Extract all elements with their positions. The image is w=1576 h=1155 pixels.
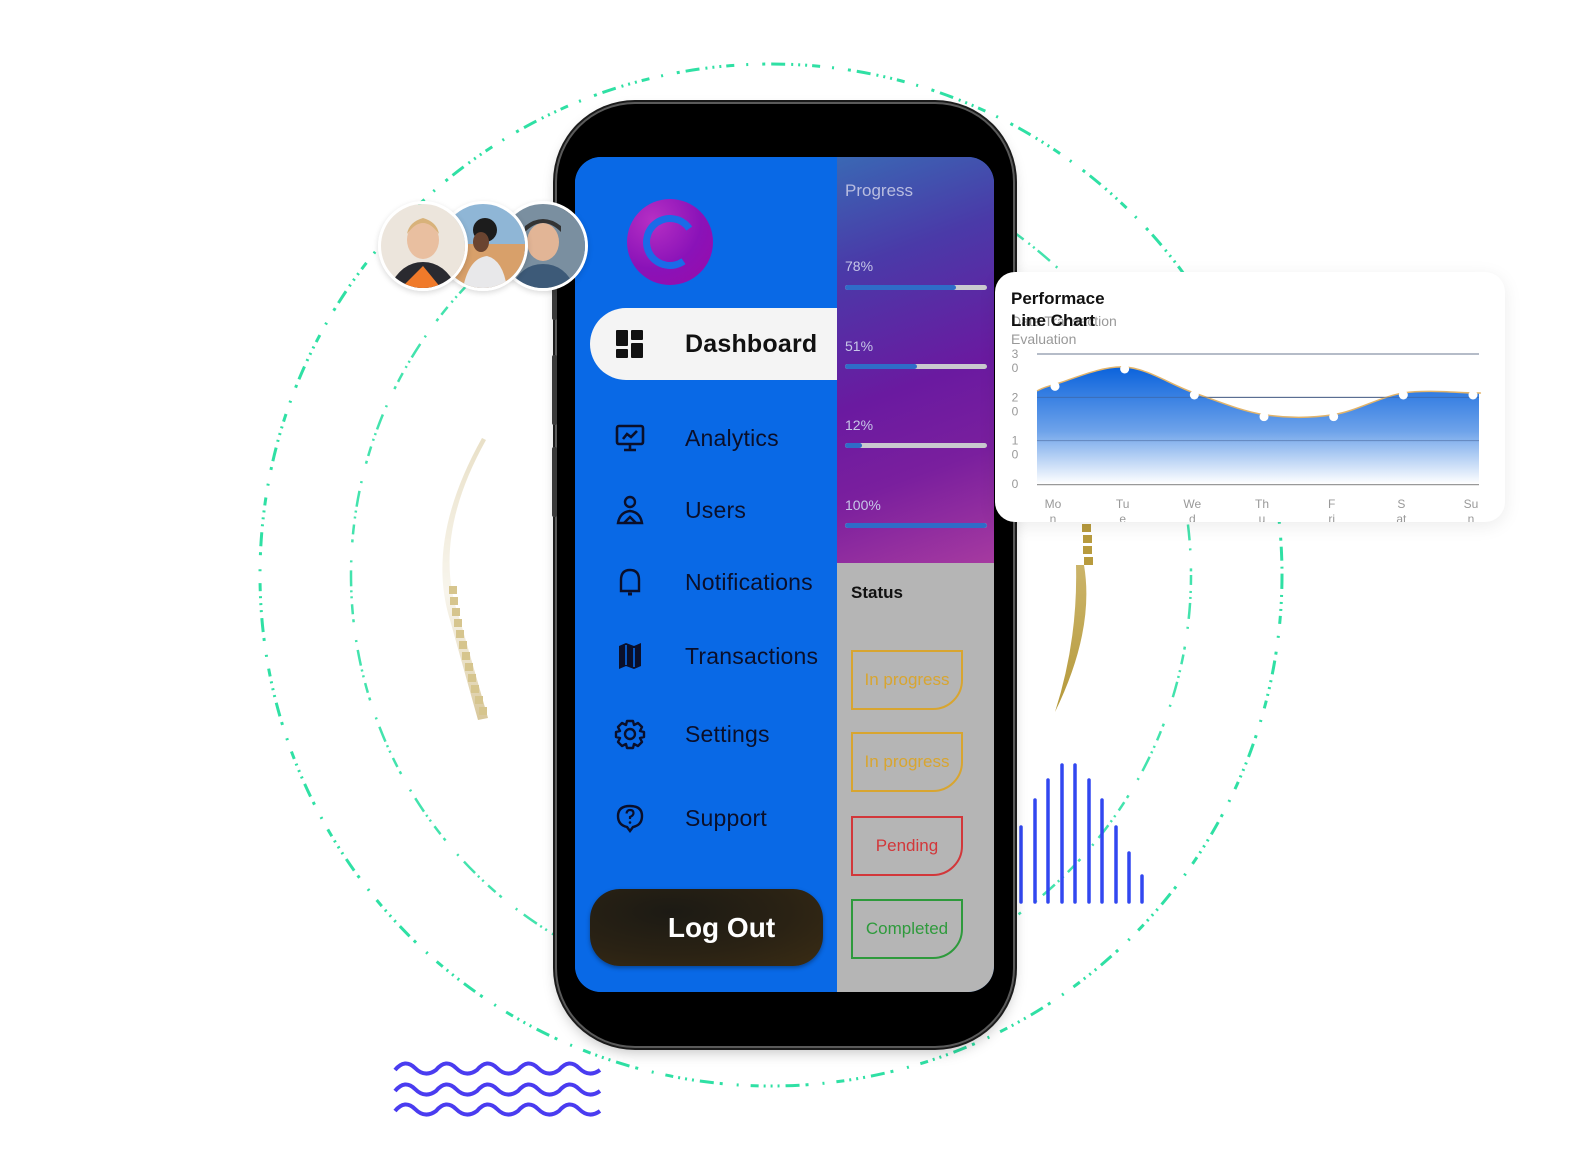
gold-arc-right [1055, 565, 1087, 712]
chart-xtick-label: n [1468, 512, 1475, 522]
chart-xtick-label: e [1119, 512, 1126, 522]
chart-ytick-label: 0 [1012, 404, 1019, 418]
chart-ytick-label: 3 [1012, 347, 1019, 361]
app-logo[interactable] [627, 199, 713, 285]
chart-xtick-label: Tu [1116, 497, 1130, 511]
monitor-chart-icon [613, 421, 647, 455]
chart-data-point[interactable] [1468, 390, 1478, 400]
status-badge[interactable]: In progress [851, 732, 963, 792]
chart-data-point[interactable] [1259, 412, 1269, 422]
chart-area-fill [1037, 366, 1481, 484]
chart-data-point[interactable] [1050, 381, 1060, 391]
sidebar-item-label: Analytics [685, 424, 779, 451]
phone-volume-down-button [552, 447, 557, 517]
chart-xtick-label: We [1183, 497, 1201, 511]
progress-bar [845, 523, 987, 528]
decorative-wave-line [393, 1061, 602, 1076]
logout-label: Log Out [667, 911, 776, 943]
phone-volume-up-button [552, 355, 557, 425]
status-badge[interactable]: Pending [851, 816, 963, 876]
chart-xtick-label: S [1397, 497, 1405, 511]
progress-label: 78% [845, 258, 874, 274]
chart-data-point[interactable] [1398, 390, 1408, 400]
bell-icon [613, 565, 647, 599]
status-badge[interactable]: Completed [851, 899, 963, 959]
status-title: Status [851, 583, 903, 602]
avatar-1[interactable] [378, 201, 468, 291]
performance-chart-card: Data Transaction Evaluation Performace L… [995, 272, 1505, 522]
status-badge[interactable]: In progress [851, 650, 963, 710]
chart-ytick-label: 0 [1012, 361, 1019, 375]
progress-bar-fill [845, 523, 987, 528]
progress-title: Progress [845, 181, 914, 200]
sidebar-item-support[interactable]: Support [575, 796, 837, 840]
decorative-wave-line [393, 1082, 602, 1097]
chart-xtick-label: Su [1464, 497, 1479, 511]
sidebar-item-dashboard[interactable]: Dashboard [575, 322, 837, 366]
sidebar-item-label: Settings [685, 720, 770, 747]
chart-data-point[interactable] [1189, 390, 1199, 400]
progress-panel: Progress 78% 51% 12% 100% [837, 157, 994, 563]
progress-label: 12% [845, 417, 874, 433]
progress-label: 100% [845, 497, 881, 513]
gold-arc-right-segments [1082, 524, 1093, 565]
performance-area-chart: 0102030 MonTueWedThuFriSatSun [1012, 347, 1482, 522]
sidebar-item-label: Support [685, 804, 767, 831]
chart-xtick-label: d [1189, 512, 1196, 522]
logo-letter-c-icon [638, 210, 702, 274]
chart-ytick-label: 0 [1012, 477, 1019, 491]
sidebar-item-label: Users [685, 496, 747, 523]
chart-xtick-label: u [1259, 512, 1266, 522]
chart-xtick-label: Mo [1045, 497, 1062, 511]
phone-screen: Dashboard Analytics Users Notifications [575, 157, 994, 992]
map-icon [613, 639, 647, 673]
gear-icon [613, 717, 647, 751]
help-question-icon [613, 801, 647, 835]
chart-ytick-label: 2 [1012, 390, 1019, 404]
chart-xtick-label: F [1328, 497, 1335, 511]
chart-data-point[interactable] [1120, 364, 1130, 374]
sidebar-item-users[interactable]: Users [575, 488, 837, 532]
sidebar-item-label: Notifications [685, 568, 813, 595]
progress-bar-fill [845, 285, 956, 290]
sidebar-item-notifications[interactable]: Notifications [575, 560, 837, 604]
chart-xtick-label: Th [1255, 497, 1269, 511]
chart-data-point[interactable] [1329, 412, 1339, 422]
status-panel: Status In progress In progress Pending C… [837, 563, 994, 992]
chart-xtick-label: at [1396, 512, 1407, 522]
decorative-bar-cluster [1019, 763, 1144, 904]
progress-bar-fill [845, 443, 863, 448]
avatar-photo-woman [381, 204, 465, 288]
sidebar-item-label: Dashboard [685, 329, 818, 358]
sidebar-item-label: Transactions [685, 642, 819, 669]
chart-ytick-label: 0 [1012, 448, 1019, 462]
gold-arc-left [442, 438, 488, 720]
sidebar-item-transactions[interactable]: Transactions [575, 634, 837, 678]
chart-xtick-label: n [1050, 512, 1057, 522]
progress-bar [845, 285, 987, 290]
progress-label: 51% [845, 338, 874, 354]
user-icon [613, 493, 647, 527]
chart-xtick-label: ri [1328, 512, 1335, 522]
progress-bar [845, 443, 987, 448]
sidebar-item-settings[interactable]: Settings [575, 712, 837, 756]
decorative-wave-line [393, 1102, 602, 1117]
dashboard-grid-icon [613, 327, 647, 361]
chart-ytick-label: 1 [1012, 434, 1019, 448]
progress-bar-fill [845, 364, 918, 369]
progress-bar [845, 364, 987, 369]
logout-button[interactable]: Log Out [590, 889, 823, 966]
sidebar: Dashboard Analytics Users Notifications [575, 157, 837, 992]
decorative-waves [393, 1061, 602, 1117]
sidebar-item-analytics[interactable]: Analytics [575, 416, 837, 460]
